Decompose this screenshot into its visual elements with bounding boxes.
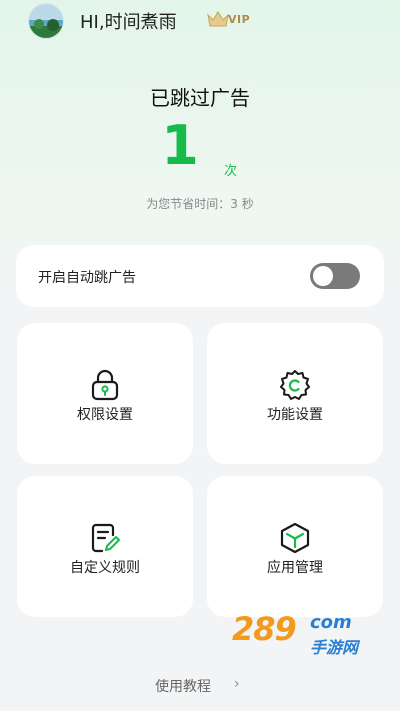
function-settings-card[interactable]: 功能设置 [207,323,383,464]
watermark-site: 手游网 [310,638,359,657]
avatar[interactable] [28,3,64,39]
edit-document-icon [91,523,120,553]
skip-count: 1 [161,114,199,177]
crown-icon [207,11,229,27]
auto-skip-card: 开启自动跳广告 [16,245,384,307]
switch-knob [313,266,333,286]
tutorial-link[interactable]: 使用教程 [155,676,211,696]
skip-count-unit: 次 [224,164,238,179]
vip-label: VIP [228,13,251,26]
watermark-logo: 289 com 手游网 [228,610,388,660]
watermark-com: com [310,612,352,633]
skipped-ads-title: 已跳过广告 [150,86,250,110]
app-management-label: 应用管理 [267,560,323,576]
app-management-card[interactable]: 应用管理 [207,476,383,617]
permission-settings-label: 权限设置 [77,407,133,423]
auto-skip-switch[interactable] [310,263,360,289]
gear-icon [280,370,310,400]
watermark-number: 289 [232,610,297,648]
saved-time-text: 为您节省时间：3 秒 [146,197,254,211]
lock-icon [91,369,119,401]
function-settings-label: 功能设置 [267,407,323,423]
header: HI,时间煮雨 VIP [0,0,400,48]
chevron-right-icon: › [234,676,240,692]
custom-rules-label: 自定义规则 [70,560,140,576]
permission-settings-card[interactable]: 权限设置 [17,323,193,464]
vip-badge[interactable]: VIP [206,9,262,31]
username: HI,时间煮雨 [80,12,177,33]
cube-icon [280,522,310,554]
auto-skip-label: 开启自动跳广告 [38,270,136,286]
custom-rules-card[interactable]: 自定义规则 [17,476,193,617]
